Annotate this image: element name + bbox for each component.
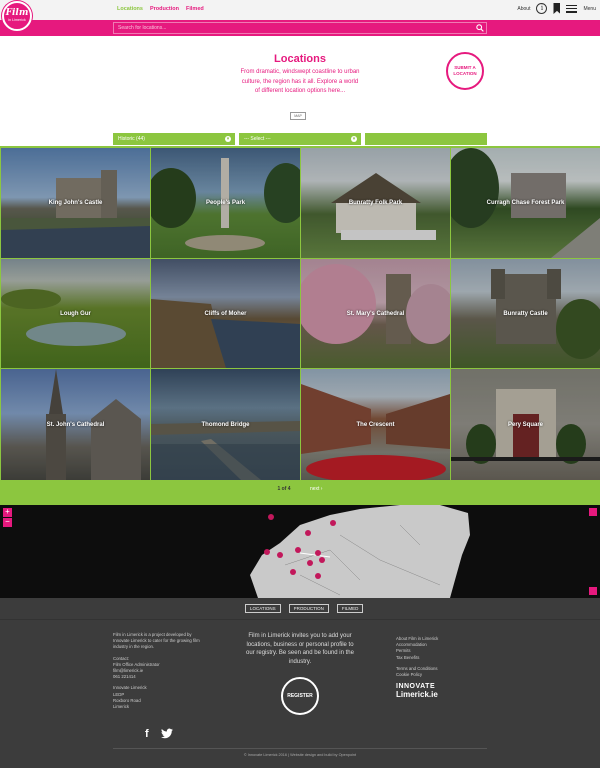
category-filter-label: Historic (44) [118,136,145,142]
locations-grid: King John's Castle People's Park Bunratt… [1,148,600,480]
search-icon[interactable] [476,24,484,32]
location-tile[interactable]: Thomond Bridge [151,369,300,480]
locations-grid-section: King John's Castle People's Park Bunratt… [0,146,600,505]
footer-right-links: About Film in Limerick Accommodation Per… [396,636,486,699]
location-tile[interactable]: Curragh Chase Forest Park [451,148,600,258]
location-tile[interactable]: Bunratty Castle [451,259,600,368]
map-layers-icon[interactable] [589,587,597,595]
location-tile[interactable]: People's Park [151,148,300,258]
location-name: Thomond Bridge [201,421,250,428]
logo-subtext: in Limerick [8,18,26,22]
top-header: Film in Limerick Locations Production Fi… [0,0,600,31]
location-name: King John's Castle [48,200,103,206]
pagination: 1 of 4 next › [0,486,600,492]
submit-location-label: SUBMIT A LOCATION [453,65,477,76]
zoom-in-button[interactable]: + [3,508,12,517]
bookmark-icon[interactable] [553,3,561,14]
page-indicator: 1 of 4 [277,486,291,492]
location-name: Bunratty Folk Park [348,200,403,206]
social-links: f [145,728,173,740]
location-tile[interactable]: Lough Gur [1,259,150,368]
intro-text: From dramatic, windswept coastline to ur… [240,69,360,94]
next-page-link[interactable]: next › [310,486,323,492]
fullscreen-icon[interactable] [589,508,597,516]
location-name: Cliffs of Moher [204,310,247,317]
limerick-ie-logo[interactable]: Limerick.ie [396,691,486,699]
search-bar: Search for locations... [0,20,600,36]
logo-text: Film [5,8,29,18]
location-name: St. Mary's Cathedral [346,310,405,317]
footer-about: Film in Limerick is a project developed … [113,632,205,710]
location-name: Curragh Chase Forest Park [486,200,565,206]
location-name: Pery Square [507,421,544,428]
dropdown-icon: ▾ [225,136,231,142]
subcategory-filter-label: --- Select --- [244,136,271,142]
location-name: Lough Gur [60,310,91,317]
subcategory-filter[interactable]: --- Select --- ▾ [239,133,361,145]
location-name: Bunratty Castle [503,310,548,317]
page-title: Locations [274,53,326,65]
footer-link-locations[interactable]: LOCATIONS [245,604,281,613]
twitter-icon[interactable] [160,728,173,739]
facebook-icon[interactable]: f [145,728,149,740]
category-filter[interactable]: Historic (44) ▾ [113,133,235,145]
about-text: Film in Limerick is a project developed … [113,632,200,650]
location-tile[interactable]: King John's Castle [1,148,150,258]
footer-link-production[interactable]: PRODUCTION [288,604,329,613]
filter-bar: Historic (44) ▾ --- Select --- ▾ [113,133,487,145]
nav-filmed[interactable]: Filmed [186,6,204,12]
location-name: The Crescent [356,421,395,428]
map-button[interactable]: MAP [290,112,306,120]
copyright: © Innovate Limerick 2016 | Website desig… [113,748,487,757]
about-link[interactable]: About [517,6,530,12]
zoom-out-button[interactable]: − [3,518,12,527]
footer-invite-text: Film in Limerick invites you to add your… [246,633,354,665]
header-actions: About i Menu [517,3,596,14]
site-logo[interactable]: Film in Limerick [2,1,32,31]
location-tile[interactable]: St. John's Cathedral [1,369,150,480]
submit-location-button[interactable]: SUBMIT A LOCATION [446,52,484,90]
address-line: Limerick [113,704,129,710]
hamburger-menu-icon[interactable] [566,4,578,13]
register-button[interactable]: REGISTER [281,677,319,715]
extra-filter[interactable] [365,133,487,145]
footer-links: LOCATIONS PRODUCTION FILMED [245,604,364,613]
info-icon[interactable]: i [536,3,548,14]
map-zoom-controls: + − [3,508,12,527]
location-tile[interactable]: Bunratty Folk Park [301,148,450,258]
footer-link-filmed[interactable]: FILMED [336,604,364,613]
footer-link[interactable]: Tax Benefits [396,655,486,661]
location-tile[interactable]: St. Mary's Cathedral [301,259,450,368]
location-name: St. John's Cathedral [46,421,105,428]
location-tile[interactable]: The Crescent [301,369,450,480]
menu-label[interactable]: Menu [583,6,596,12]
location-name: People's Park [205,200,246,206]
location-tile[interactable]: Cliffs of Moher [151,259,300,368]
main-nav: Locations Production Filmed [117,6,204,12]
site-footer: LOCATIONS PRODUCTION FILMED Film in Lime… [0,598,600,768]
cookie-policy-link[interactable]: Cookie Policy [396,672,486,678]
nav-locations[interactable]: Locations [117,6,143,12]
footer-nav: LOCATIONS PRODUCTION FILMED [0,598,600,620]
contact-phone: 061 221414 [113,674,136,680]
nav-production[interactable]: Production [150,6,179,12]
search-input[interactable]: Search for locations... [113,22,487,34]
ireland-map [250,505,470,598]
location-tile[interactable]: Pery Square [451,369,600,480]
locations-map[interactable]: + − [0,505,600,598]
dropdown-icon: ▾ [351,136,357,142]
